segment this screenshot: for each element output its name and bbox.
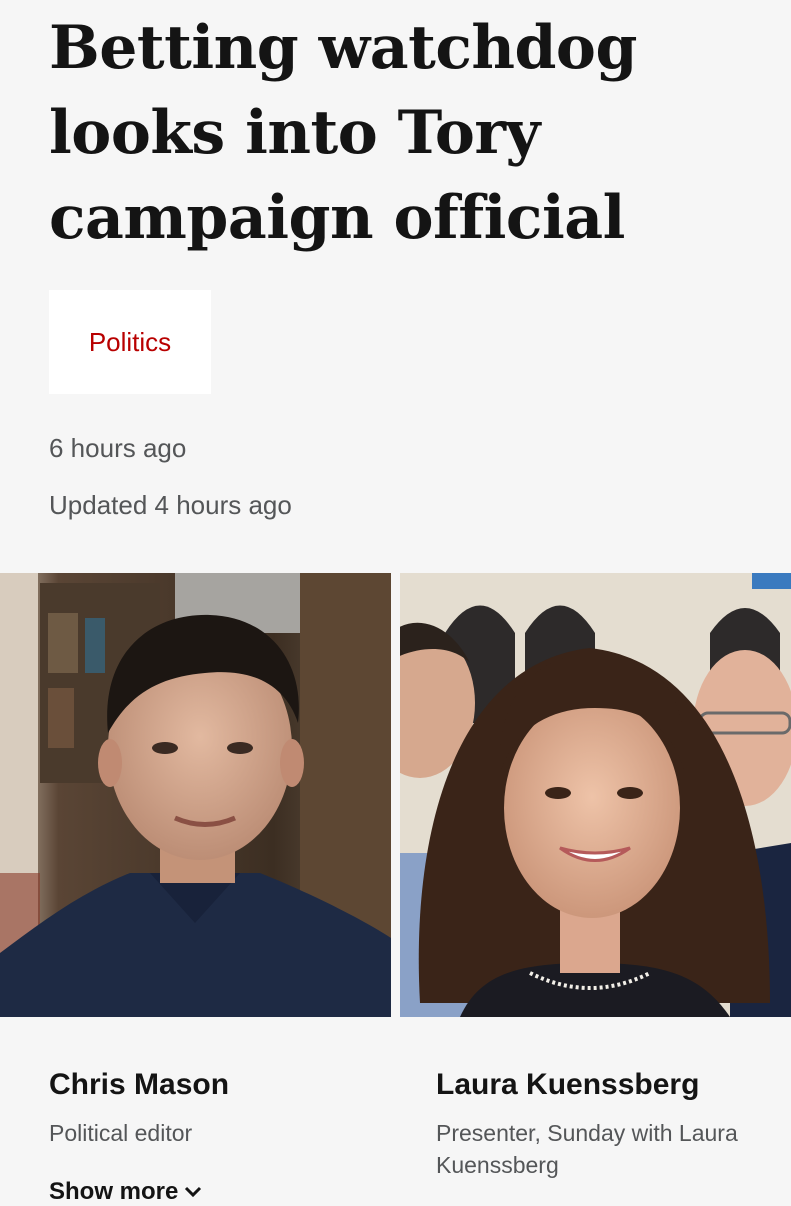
chevron-down-icon (184, 1178, 202, 1206)
show-more-button[interactable]: Show more (49, 1178, 202, 1206)
author-name-chris-mason[interactable]: Chris Mason (49, 1068, 229, 1102)
topic-tag-politics[interactable]: Politics (49, 290, 211, 394)
author-role-chris-mason: Political editor (49, 1120, 193, 1146)
published-timestamp: 6 hours ago (49, 433, 187, 463)
updated-timestamp: Updated 4 hours ago (49, 490, 292, 520)
author-photo-laura-kuenssberg (400, 573, 791, 1017)
show-more-label: Show more (49, 1178, 179, 1205)
author-name-laura-kuenssberg[interactable]: Laura Kuenssberg (436, 1068, 699, 1102)
article-headline: Betting watchdog looks into Tory campaig… (49, 13, 637, 253)
author-role-laura-kuenssberg: Presenter, Sunday with Laura Kuenssberg (436, 1120, 738, 1178)
author-photo-chris-mason (0, 573, 391, 1017)
